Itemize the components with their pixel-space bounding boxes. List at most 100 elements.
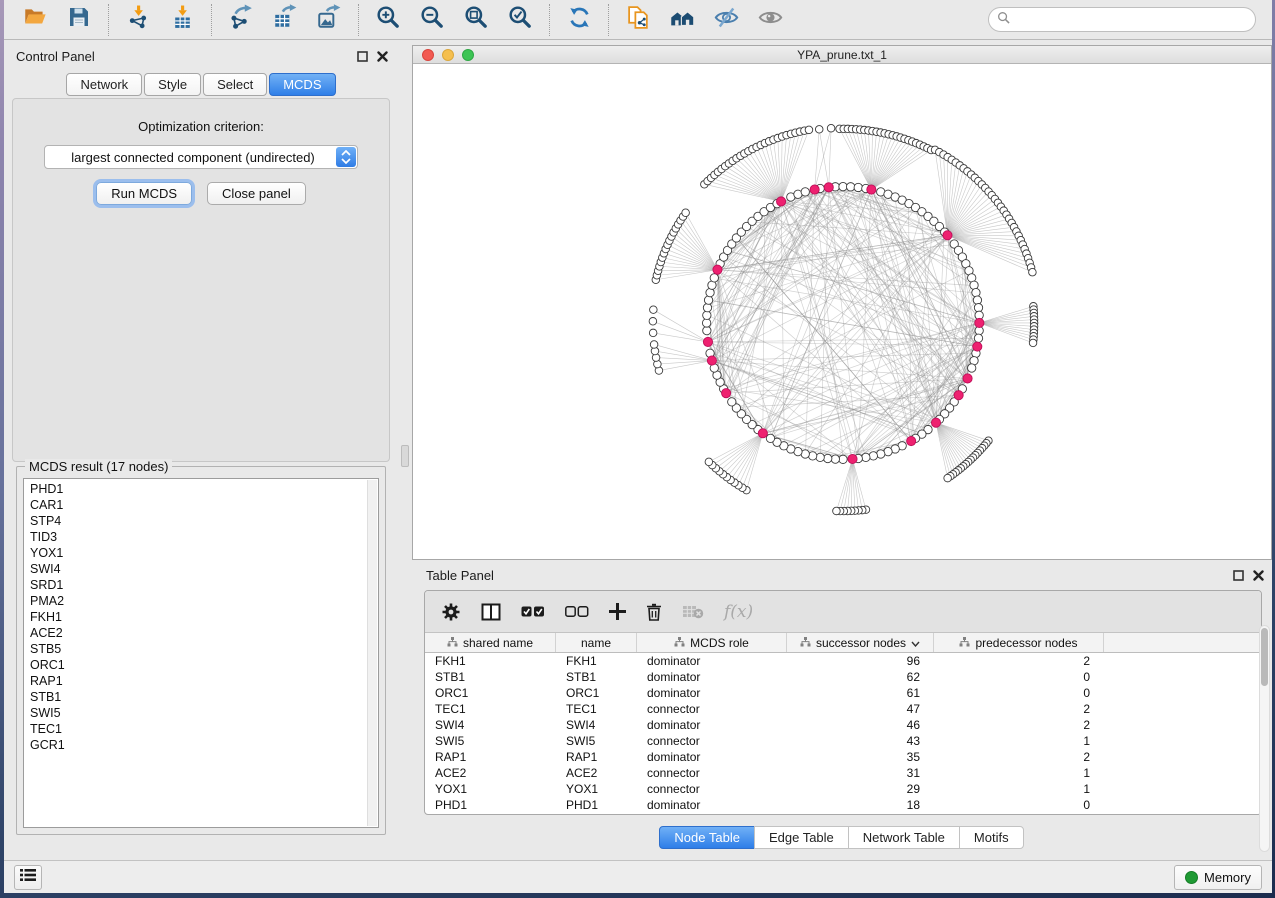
network-leaf-node[interactable] bbox=[650, 341, 658, 349]
mcds-result-item[interactable]: SRD1 bbox=[30, 577, 378, 593]
mcds-result-item[interactable]: ORC1 bbox=[30, 657, 378, 673]
panel-splitter[interactable] bbox=[398, 40, 412, 855]
mcds-result-item[interactable]: STB5 bbox=[30, 641, 378, 657]
network-node[interactable] bbox=[766, 434, 774, 442]
export-network-button[interactable] bbox=[220, 3, 262, 37]
delete-table-button[interactable] bbox=[682, 604, 704, 619]
close-panel-icon[interactable] bbox=[1253, 568, 1264, 586]
mcds-result-item[interactable]: TEC1 bbox=[30, 721, 378, 737]
scrollbar-thumb[interactable] bbox=[1261, 628, 1268, 686]
table-scrollbar[interactable] bbox=[1259, 625, 1270, 852]
mcds-result-item[interactable]: PMA2 bbox=[30, 593, 378, 609]
create-column-button[interactable] bbox=[609, 603, 626, 620]
mcds-result-item[interactable]: TID3 bbox=[30, 529, 378, 545]
delete-column-button[interactable] bbox=[646, 603, 662, 621]
open-session-button[interactable] bbox=[14, 3, 56, 37]
mcds-result-item[interactable]: PHD1 bbox=[30, 481, 378, 497]
mcds-result-item[interactable]: GCR1 bbox=[30, 737, 378, 753]
table-settings-button[interactable] bbox=[441, 602, 461, 622]
network-node[interactable] bbox=[974, 334, 982, 342]
column-header-shared-name[interactable]: shared name bbox=[425, 633, 556, 652]
tab-select[interactable]: Select bbox=[203, 73, 267, 96]
network-node[interactable] bbox=[703, 304, 711, 312]
deselect-all-rows-button[interactable] bbox=[565, 606, 589, 617]
network-node[interactable] bbox=[968, 364, 976, 372]
network-node[interactable] bbox=[816, 453, 824, 461]
window-minimize-icon[interactable] bbox=[442, 49, 454, 61]
run-mcds-button[interactable]: Run MCDS bbox=[96, 182, 192, 205]
tab-network[interactable]: Network bbox=[66, 73, 142, 96]
network-node[interactable] bbox=[824, 454, 832, 462]
network-leaf-node[interactable] bbox=[649, 318, 657, 326]
network-leaf-node[interactable] bbox=[682, 209, 690, 217]
mcds-result-item[interactable]: YOX1 bbox=[30, 545, 378, 561]
zoom-out-button[interactable] bbox=[411, 3, 453, 37]
network-node[interactable] bbox=[839, 182, 847, 190]
search-input[interactable] bbox=[1015, 10, 1255, 30]
table-row[interactable]: ACE2ACE2connector311 bbox=[425, 765, 1261, 781]
network-hub-node[interactable] bbox=[907, 436, 916, 445]
column-header-name[interactable]: name bbox=[556, 633, 637, 652]
network-node[interactable] bbox=[728, 398, 736, 406]
window-zoom-icon[interactable] bbox=[462, 49, 474, 61]
refresh-button[interactable] bbox=[558, 3, 600, 37]
mcds-result-list[interactable]: PHD1CAR1STP4TID3YOX1SWI4SRD1PMA2FKH1ACE2… bbox=[23, 478, 379, 828]
table-row[interactable]: TEC1TEC1connector472 bbox=[425, 701, 1261, 717]
import-network-button[interactable] bbox=[117, 3, 159, 37]
network-hub-node[interactable] bbox=[713, 265, 722, 274]
export-table-button[interactable] bbox=[264, 3, 306, 37]
network-node[interactable] bbox=[839, 455, 847, 463]
network-node[interactable] bbox=[974, 304, 982, 312]
table-row[interactable]: ORC1ORC1dominator610 bbox=[425, 685, 1261, 701]
network-node[interactable] bbox=[973, 296, 981, 304]
mcds-result-item[interactable]: SWI5 bbox=[30, 705, 378, 721]
task-history-button[interactable] bbox=[14, 865, 42, 890]
mcds-result-item[interactable]: RAP1 bbox=[30, 673, 378, 689]
network-leaf-node[interactable] bbox=[649, 329, 657, 337]
import-table-button[interactable] bbox=[161, 3, 203, 37]
network-node[interactable] bbox=[702, 319, 710, 327]
memory-button[interactable]: Memory bbox=[1174, 865, 1262, 890]
mcds-result-item[interactable]: STP4 bbox=[30, 513, 378, 529]
network-hub-node[interactable] bbox=[973, 342, 982, 351]
optimization-criterion-select[interactable]: largest connected component (undirected) bbox=[44, 145, 358, 169]
network-node[interactable] bbox=[703, 326, 711, 334]
network-leaf-node[interactable] bbox=[705, 458, 713, 466]
network-node[interactable] bbox=[801, 188, 809, 196]
network-hub-node[interactable] bbox=[848, 454, 857, 463]
network-hub-node[interactable] bbox=[931, 418, 940, 427]
network-node[interactable] bbox=[846, 183, 854, 191]
column-header-predecessor-nodes[interactable]: predecessor nodes bbox=[934, 633, 1104, 652]
network-node[interactable] bbox=[704, 296, 712, 304]
table-row[interactable]: PHD1PHD1dominator180 bbox=[425, 797, 1261, 813]
table-row[interactable]: FKH1FKH1dominator962 bbox=[425, 653, 1261, 669]
network-hub-node[interactable] bbox=[810, 185, 819, 194]
splitter-handle-icon[interactable] bbox=[401, 445, 409, 467]
network-node[interactable] bbox=[972, 288, 980, 296]
float-panel-icon[interactable] bbox=[357, 49, 368, 67]
column-header-MCDS-role[interactable]: MCDS role bbox=[637, 633, 787, 652]
mcds-result-item[interactable]: CAR1 bbox=[30, 497, 378, 513]
network-hub-node[interactable] bbox=[777, 197, 786, 206]
result-list-scrollbar[interactable] bbox=[367, 480, 377, 826]
network-leaf-node[interactable] bbox=[827, 124, 835, 132]
network-node[interactable] bbox=[862, 453, 870, 461]
network-node[interactable] bbox=[831, 455, 839, 463]
network-hub-node[interactable] bbox=[703, 337, 712, 346]
float-panel-icon[interactable] bbox=[1233, 568, 1244, 586]
network-hub-node[interactable] bbox=[954, 391, 963, 400]
table-row[interactable]: RAP1RAP1dominator352 bbox=[425, 749, 1261, 765]
network-leaf-node[interactable] bbox=[1029, 339, 1037, 347]
table-row[interactable]: YOX1YOX1connector291 bbox=[425, 781, 1261, 797]
tab-network-table[interactable]: Network Table bbox=[848, 826, 960, 849]
table-row[interactable]: SWI5SWI5connector431 bbox=[425, 733, 1261, 749]
tab-mcds[interactable]: MCDS bbox=[269, 73, 335, 96]
network-leaf-node[interactable] bbox=[944, 474, 952, 482]
close-panel-icon[interactable] bbox=[377, 49, 388, 67]
network-hub-node[interactable] bbox=[975, 318, 984, 327]
network-node[interactable] bbox=[710, 274, 718, 282]
network-hub-node[interactable] bbox=[707, 356, 716, 365]
network-leaf-node[interactable] bbox=[815, 126, 823, 134]
zoom-in-button[interactable] bbox=[367, 3, 409, 37]
network-node[interactable] bbox=[854, 183, 862, 191]
